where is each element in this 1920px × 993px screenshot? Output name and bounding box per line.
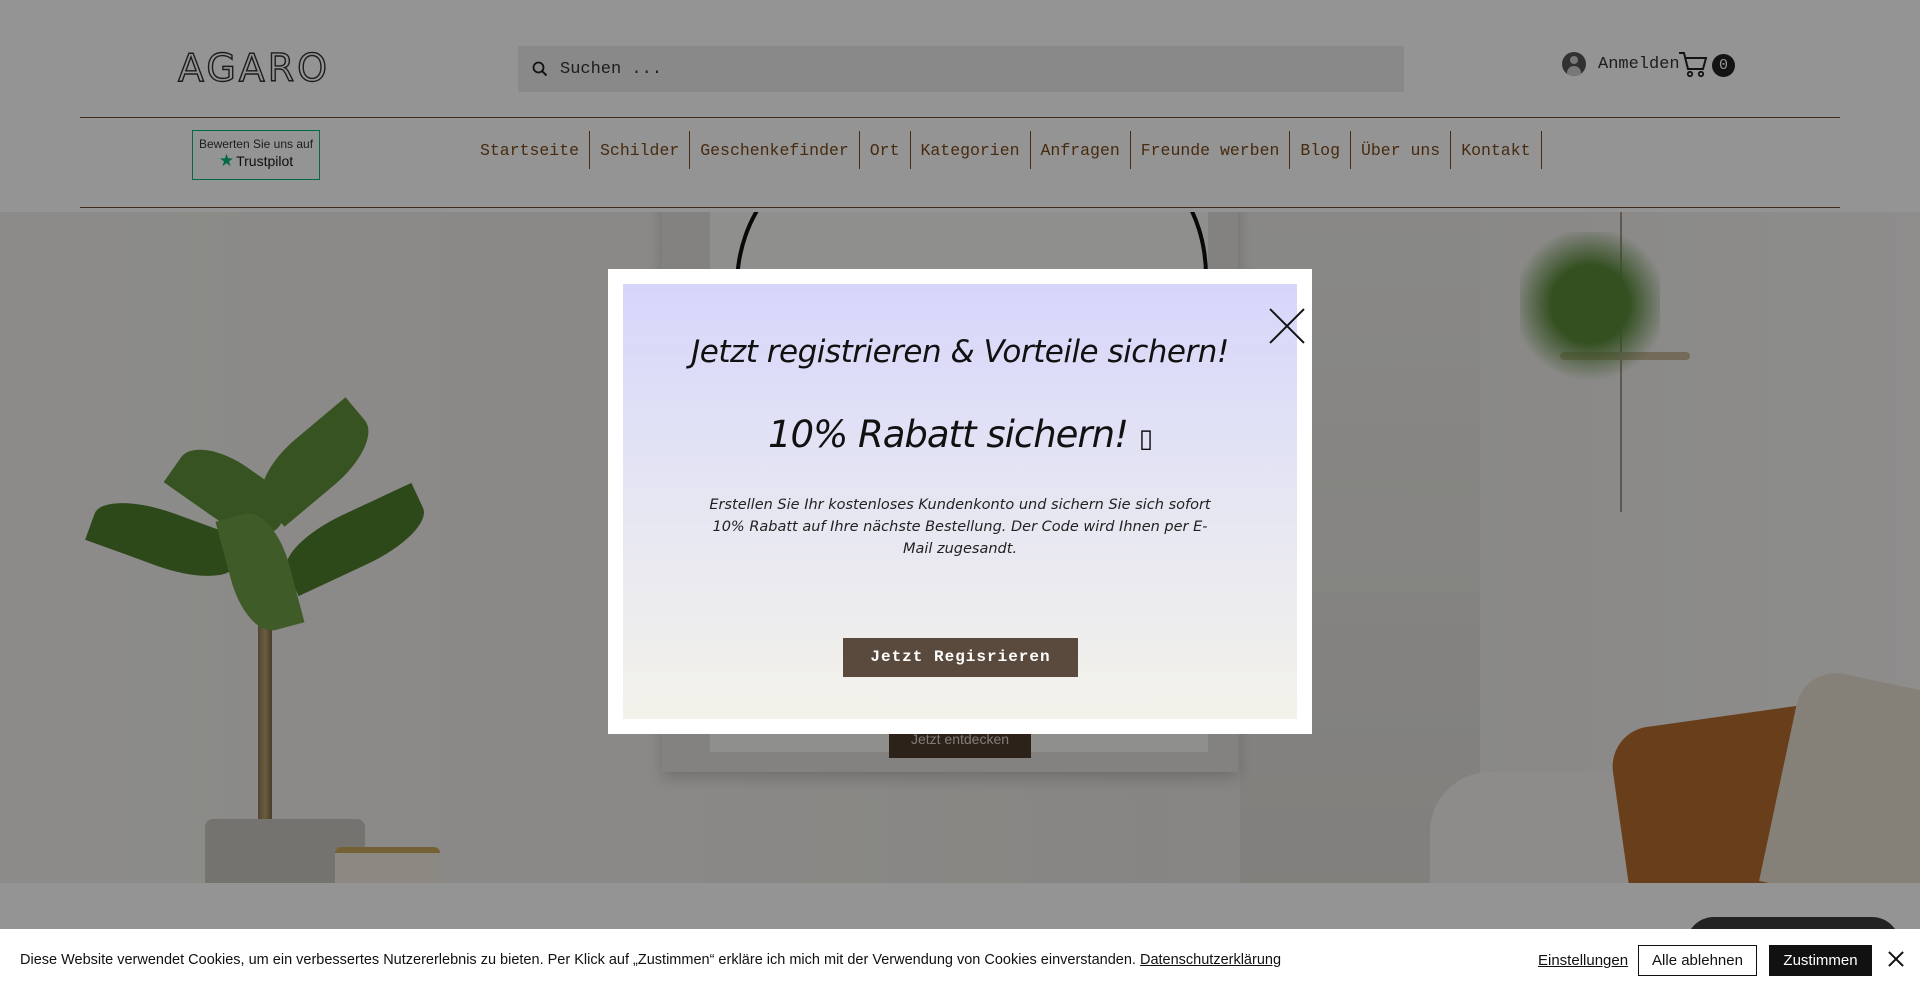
cookie-accept-button[interactable]: Zustimmen	[1769, 945, 1872, 976]
register-button[interactable]: Jetzt Regisrieren	[843, 638, 1078, 677]
modal-content: Jetzt registrieren & Vorteile sichern! 1…	[623, 284, 1297, 719]
modal-subtitle-text: 10% Rabatt sichern!	[768, 413, 1139, 456]
privacy-link[interactable]: Datenschutzerklärung	[1140, 952, 1281, 968]
cookie-message: Diese Website verwendet Cookies, um ein …	[20, 952, 1140, 968]
modal-title: Jetzt registrieren & Vorteile sichern!	[691, 334, 1229, 370]
modal-body-text: Erstellen Sie Ihr kostenloses Kundenkont…	[709, 497, 1211, 557]
cookie-settings-link[interactable]: Einstellungen	[1538, 952, 1628, 969]
close-icon[interactable]	[1888, 951, 1904, 967]
signup-modal: Jetzt registrieren & Vorteile sichern! 1…	[608, 269, 1312, 734]
cookie-banner: Diese Website verwendet Cookies, um ein …	[0, 929, 1920, 993]
cookie-reject-button[interactable]: Alle ablehnen	[1638, 945, 1757, 976]
cookie-text: Diese Website verwendet Cookies, um ein …	[20, 952, 1281, 968]
missing-glyph-icon: ▯	[1138, 424, 1153, 454]
modal-subtitle: 10% Rabatt sichern! ▯	[623, 413, 1297, 456]
